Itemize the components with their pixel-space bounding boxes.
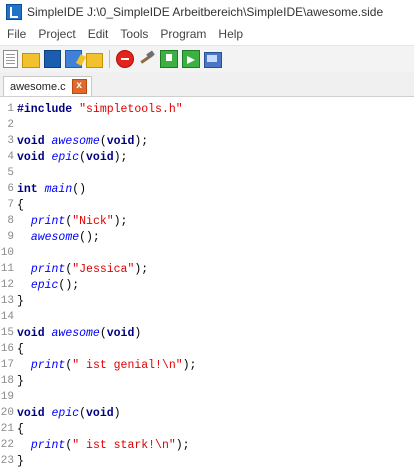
line-number: 22 bbox=[0, 439, 14, 451]
code-line[interactable]: 10 bbox=[0, 245, 414, 262]
code-text: print("Jessica"); bbox=[30, 263, 149, 276]
line-number: 17 bbox=[0, 359, 14, 371]
build-icon[interactable] bbox=[138, 50, 156, 68]
code-text: void epic(void) bbox=[17, 407, 121, 420]
tab-bar: awesome.c x bbox=[0, 72, 414, 97]
code-text: awesome(); bbox=[30, 231, 100, 244]
code-line[interactable]: 23} bbox=[0, 453, 414, 470]
menu-program[interactable]: Program bbox=[160, 27, 206, 41]
line-number: 21 bbox=[0, 423, 14, 435]
code-line[interactable]: 22 print(" ist stark!\n"); bbox=[0, 437, 414, 454]
code-line[interactable]: 13} bbox=[0, 293, 414, 310]
line-number: 14 bbox=[0, 311, 14, 323]
code-text: epic(); bbox=[30, 279, 80, 292]
code-text: } bbox=[17, 375, 24, 388]
code-text: } bbox=[17, 455, 24, 468]
line-number: 8 bbox=[7, 215, 14, 227]
code-text: #include "simpletools.h" bbox=[17, 103, 183, 116]
line-number: 12 bbox=[0, 279, 14, 291]
code-line[interactable]: 1 #include "simpletools.h" bbox=[0, 101, 414, 118]
line-number: 13 bbox=[0, 295, 14, 307]
save-icon[interactable] bbox=[44, 50, 61, 68]
code-line[interactable]: 8 print("Nick"); bbox=[0, 213, 414, 230]
code-line[interactable]: 17 print(" ist genial!\n"); bbox=[0, 357, 414, 374]
line-number: 7 bbox=[7, 199, 14, 211]
code-line[interactable]: 12 epic(); bbox=[0, 277, 414, 294]
line-number: 9 bbox=[7, 231, 14, 243]
code-line[interactable]: 9 awesome(); bbox=[0, 229, 414, 246]
code-text: { bbox=[17, 199, 24, 212]
code-editor[interactable]: 1 #include "simpletools.h" 2 3 void awesome(… bbox=[0, 97, 414, 475]
line-number: 5 bbox=[7, 167, 14, 179]
code-text: { bbox=[17, 423, 24, 436]
line-number: 6 bbox=[7, 183, 14, 195]
line-number: 10 bbox=[0, 247, 14, 259]
line-number: 2 bbox=[7, 119, 14, 131]
menu-tools[interactable]: Tools bbox=[120, 27, 148, 41]
code-line[interactable]: 4 void epic(void); bbox=[0, 149, 414, 166]
open-folder-icon[interactable] bbox=[22, 53, 40, 68]
code-text: void awesome(void); bbox=[17, 135, 149, 148]
menu-edit[interactable]: Edit bbox=[88, 27, 109, 41]
window-title: SimpleIDE J:\0_SimpleIDE Arbeitbereich\S… bbox=[27, 5, 384, 19]
line-number: 23 bbox=[0, 455, 14, 467]
code-text: print(" ist genial!\n"); bbox=[30, 359, 197, 372]
line-number: 4 bbox=[7, 151, 14, 163]
stop-icon[interactable] bbox=[116, 50, 134, 68]
line-number: 15 bbox=[0, 327, 14, 339]
code-line[interactable]: 15 void awesome(void) bbox=[0, 325, 414, 342]
code-line[interactable]: 2 bbox=[0, 117, 414, 134]
code-line[interactable]: 11 print("Jessica"); bbox=[0, 261, 414, 278]
code-line[interactable]: 21{ bbox=[0, 421, 414, 438]
close-icon[interactable]: x bbox=[71, 79, 87, 94]
code-line[interactable]: 18} bbox=[0, 373, 414, 390]
line-number: 20 bbox=[0, 407, 14, 419]
code-text: } bbox=[17, 295, 24, 308]
code-text: print("Nick"); bbox=[30, 215, 128, 228]
line-number: 1 bbox=[7, 103, 14, 115]
menu-bar: File Project Edit Tools Program Help bbox=[0, 24, 414, 44]
code-line[interactable]: 5 bbox=[0, 165, 414, 182]
code-text: print(" ist stark!\n"); bbox=[30, 439, 190, 452]
line-number: 19 bbox=[0, 391, 14, 403]
menu-project[interactable]: Project bbox=[38, 27, 75, 41]
code-line[interactable]: 6 int main() bbox=[0, 181, 414, 198]
toolbar bbox=[0, 45, 414, 73]
code-line[interactable]: 19 bbox=[0, 389, 414, 406]
code-text: void awesome(void) bbox=[17, 327, 142, 340]
code-line[interactable]: 7{ bbox=[0, 197, 414, 214]
simpleide-app-icon bbox=[6, 4, 22, 20]
code-text: { bbox=[17, 343, 24, 356]
title-bar: SimpleIDE J:\0_SimpleIDE Arbeitbereich\S… bbox=[0, 0, 414, 24]
terminal-icon[interactable] bbox=[204, 51, 222, 68]
tab-label: awesome.c bbox=[10, 80, 66, 93]
open-project-icon[interactable] bbox=[86, 53, 103, 68]
code-line[interactable]: 16{ bbox=[0, 341, 414, 358]
load-ram-icon[interactable] bbox=[160, 50, 178, 68]
run-icon[interactable] bbox=[182, 50, 200, 68]
code-line[interactable]: 3 void awesome(void); bbox=[0, 133, 414, 150]
tab-awesome-c[interactable]: awesome.c x bbox=[3, 76, 92, 96]
code-text: void epic(void); bbox=[17, 151, 128, 164]
new-file-icon[interactable] bbox=[3, 50, 18, 68]
code-line[interactable]: 14 bbox=[0, 309, 414, 326]
line-number: 11 bbox=[0, 263, 14, 275]
line-number: 3 bbox=[7, 135, 14, 147]
toolbar-separator bbox=[109, 50, 110, 68]
line-number: 16 bbox=[0, 343, 14, 355]
menu-file[interactable]: File bbox=[7, 27, 26, 41]
code-text: int main() bbox=[17, 183, 87, 196]
save-as-icon[interactable] bbox=[65, 50, 82, 68]
code-line[interactable]: 20 void epic(void) bbox=[0, 405, 414, 422]
menu-help[interactable]: Help bbox=[218, 27, 243, 41]
line-number: 18 bbox=[0, 375, 14, 387]
